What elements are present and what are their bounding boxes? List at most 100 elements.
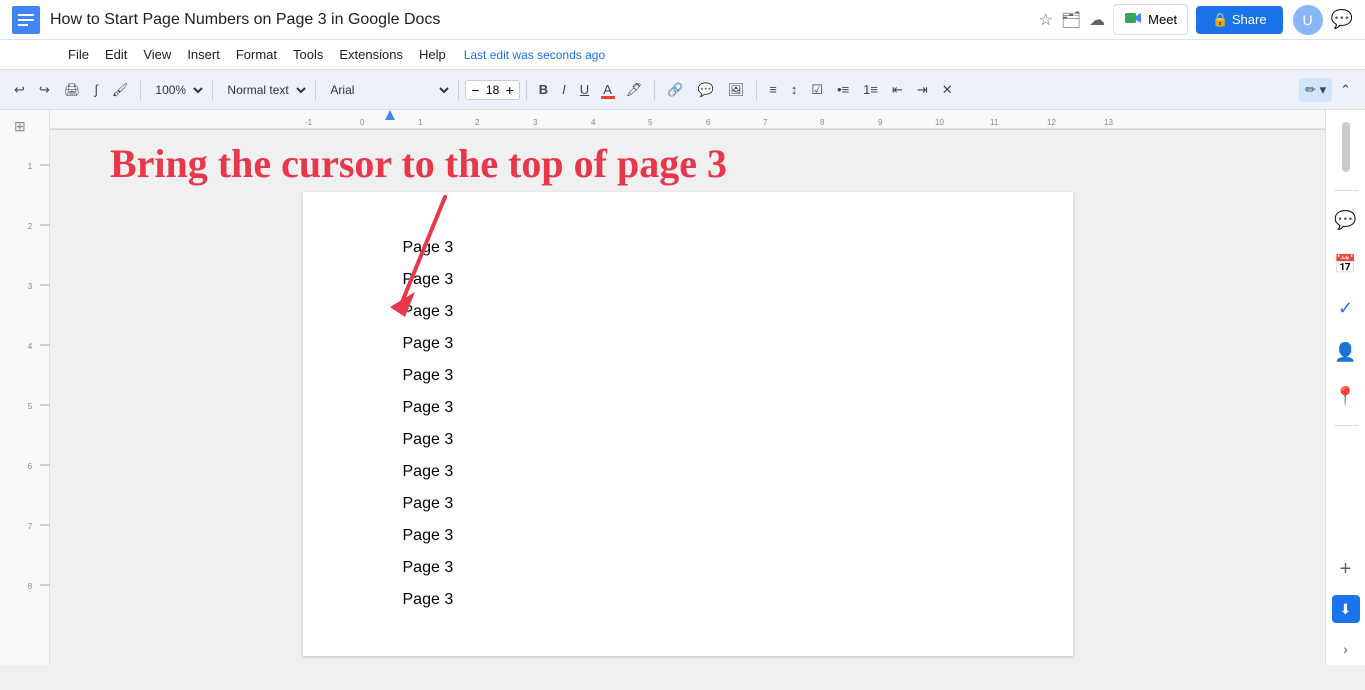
lock-icon: 🔒 xyxy=(1212,12,1228,27)
undo-button[interactable]: ↩ xyxy=(8,78,31,102)
highlight-button[interactable]: 🖊 xyxy=(620,78,649,102)
drive-icon[interactable]: 🗂 xyxy=(1061,10,1081,30)
menu-format[interactable]: Format xyxy=(228,45,285,64)
page-line-9: Page 3 xyxy=(403,488,973,520)
align-button[interactable]: ≡ xyxy=(763,78,783,101)
zoom-select[interactable]: 100% 75% 125% 150% xyxy=(147,80,206,100)
separator-6 xyxy=(654,80,655,100)
meet-button[interactable]: Meet xyxy=(1113,4,1188,35)
paint-format-button[interactable]: 🖌 xyxy=(106,78,135,102)
menu-insert[interactable]: Insert xyxy=(179,45,228,64)
comment-button[interactable]: 💬 xyxy=(692,78,720,102)
page-line-1: Page 3 xyxy=(403,232,973,264)
main-container: ⊞ 1 2 3 4 5 6 7 8 xyxy=(0,110,1365,665)
share-button[interactable]: 🔒 Share xyxy=(1196,6,1283,34)
last-edit-status[interactable]: Last edit was seconds ago xyxy=(464,48,605,62)
menu-extensions[interactable]: Extensions xyxy=(331,45,411,64)
sidebar-separator-2 xyxy=(1334,425,1358,426)
doc-icon xyxy=(12,6,40,34)
svg-text:1: 1 xyxy=(28,162,33,171)
scroll-thumb[interactable] xyxy=(1342,122,1350,172)
sidebar-contacts-icon[interactable]: 👤 xyxy=(1331,337,1361,367)
menu-file[interactable]: File xyxy=(60,45,97,64)
page-line-2: Page 3 xyxy=(403,264,973,296)
svg-text:2: 2 xyxy=(28,222,33,231)
bullet-list-button[interactable]: •≡ xyxy=(831,78,855,101)
page-line-11: Page 3 xyxy=(403,552,973,584)
font-select[interactable]: Arial Times New Roman Courier New xyxy=(322,80,452,100)
menu-edit[interactable]: Edit xyxy=(97,45,135,64)
svg-text:3: 3 xyxy=(28,282,33,291)
page-line-10: Page 3 xyxy=(403,520,973,552)
document-page[interactable]: Page 3 Page 3 Page 3 Page 3 Page 3 Page … xyxy=(303,192,1073,656)
svg-text:5: 5 xyxy=(648,118,653,127)
text-color-button[interactable]: A xyxy=(597,78,618,101)
svg-text:13: 13 xyxy=(1104,118,1113,127)
separator-3 xyxy=(315,80,316,100)
menu-view[interactable]: View xyxy=(135,45,179,64)
user-avatar[interactable]: U xyxy=(1293,5,1323,35)
separator-7 xyxy=(756,80,757,100)
title-bar: How to Start Page Numbers on Page 3 in G… xyxy=(0,0,1365,40)
font-size-value[interactable]: 18 xyxy=(482,83,504,97)
image-button[interactable]: 🖼 xyxy=(722,78,751,102)
page-line-5: Page 3 xyxy=(403,360,973,392)
svg-text:11: 11 xyxy=(990,118,999,127)
svg-text:6: 6 xyxy=(28,462,33,471)
separator-4 xyxy=(458,80,459,100)
sidebar-tasks-icon[interactable]: ✓ xyxy=(1331,293,1361,323)
sidebar-chat-icon[interactable]: 💬 xyxy=(1331,205,1361,235)
clear-format-button[interactable]: ✕ xyxy=(936,78,959,102)
style-select[interactable]: Normal text Heading 1 Heading 2 Title xyxy=(219,80,309,100)
cloud-icon[interactable]: ☁ xyxy=(1089,10,1105,30)
notifications-icon[interactable]: 💬 xyxy=(1331,9,1353,30)
title-icons: ☆ 🗂 ☁ xyxy=(1039,10,1106,30)
color-indicator xyxy=(601,96,615,99)
menu-tools[interactable]: Tools xyxy=(285,45,331,64)
svg-text:3: 3 xyxy=(533,118,538,127)
page-line-4: Page 3 xyxy=(403,328,973,360)
document-area[interactable]: -1 0 1 2 3 4 5 6 7 8 9 10 11 12 13 Bring… xyxy=(50,110,1325,665)
checklist-button[interactable]: ☑ xyxy=(805,78,829,102)
expand-sidebar-icon[interactable]: › xyxy=(1343,641,1348,657)
svg-text:8: 8 xyxy=(28,582,33,591)
edit-mode-button[interactable]: ✏ ▾ xyxy=(1299,78,1332,102)
svg-text:8: 8 xyxy=(820,118,825,127)
svg-text:-1: -1 xyxy=(305,118,313,127)
svg-text:4: 4 xyxy=(591,118,596,127)
indent-decrease-button[interactable]: ⇤ xyxy=(886,78,909,102)
font-size-decrease[interactable]: − xyxy=(469,82,481,98)
top-ruler: -1 0 1 2 3 4 5 6 7 8 9 10 11 12 13 xyxy=(50,110,1325,130)
doc-title: How to Start Page Numbers on Page 3 in G… xyxy=(50,11,1039,29)
sidebar-calendar-icon[interactable]: 📅 xyxy=(1331,249,1361,279)
link-button[interactable]: 🔗 xyxy=(661,78,689,102)
toolbar: ↩ ↪ 🖨 ∫ 🖌 100% 75% 125% 150% Normal text… xyxy=(0,70,1365,110)
svg-text:4: 4 xyxy=(28,342,33,351)
annotation-container: Bring the cursor to the top of page 3 xyxy=(50,130,1325,192)
page-wrapper: Page 3 Page 3 Page 3 Page 3 Page 3 Page … xyxy=(50,192,1325,665)
menu-help[interactable]: Help xyxy=(411,45,454,64)
bold-button[interactable]: B xyxy=(533,78,554,101)
meet-icon xyxy=(1124,9,1142,30)
indent-increase-button[interactable]: ⇥ xyxy=(911,78,934,102)
expand-button[interactable]: ⌃ xyxy=(1334,78,1357,102)
star-icon[interactable]: ☆ xyxy=(1039,10,1053,30)
underline-button[interactable]: U xyxy=(574,78,595,101)
font-size-increase[interactable]: + xyxy=(504,82,516,98)
sidebar-plus-button[interactable]: + xyxy=(1340,558,1352,581)
numbered-list-button[interactable]: 1≡ xyxy=(857,78,884,101)
ruler-toggle-icon[interactable]: ⊞ xyxy=(14,118,26,135)
sidebar-maps-icon[interactable]: 📍 xyxy=(1331,381,1361,411)
font-size-box: − 18 + xyxy=(465,80,519,100)
svg-text:7: 7 xyxy=(28,522,33,531)
italic-button[interactable]: I xyxy=(556,78,572,101)
redo-button[interactable]: ↪ xyxy=(33,78,56,102)
print-button[interactable]: 🖨 xyxy=(58,78,87,102)
line-spacing-button[interactable]: ↕ xyxy=(785,78,804,101)
separator-2 xyxy=(212,80,213,100)
page-line-7: Page 3 xyxy=(403,424,973,456)
svg-text:5: 5 xyxy=(28,402,33,411)
svg-text:2: 2 xyxy=(475,118,480,127)
accessibility-button[interactable]: ⬇ xyxy=(1332,595,1360,623)
spellcheck-button[interactable]: ∫ xyxy=(88,78,104,101)
